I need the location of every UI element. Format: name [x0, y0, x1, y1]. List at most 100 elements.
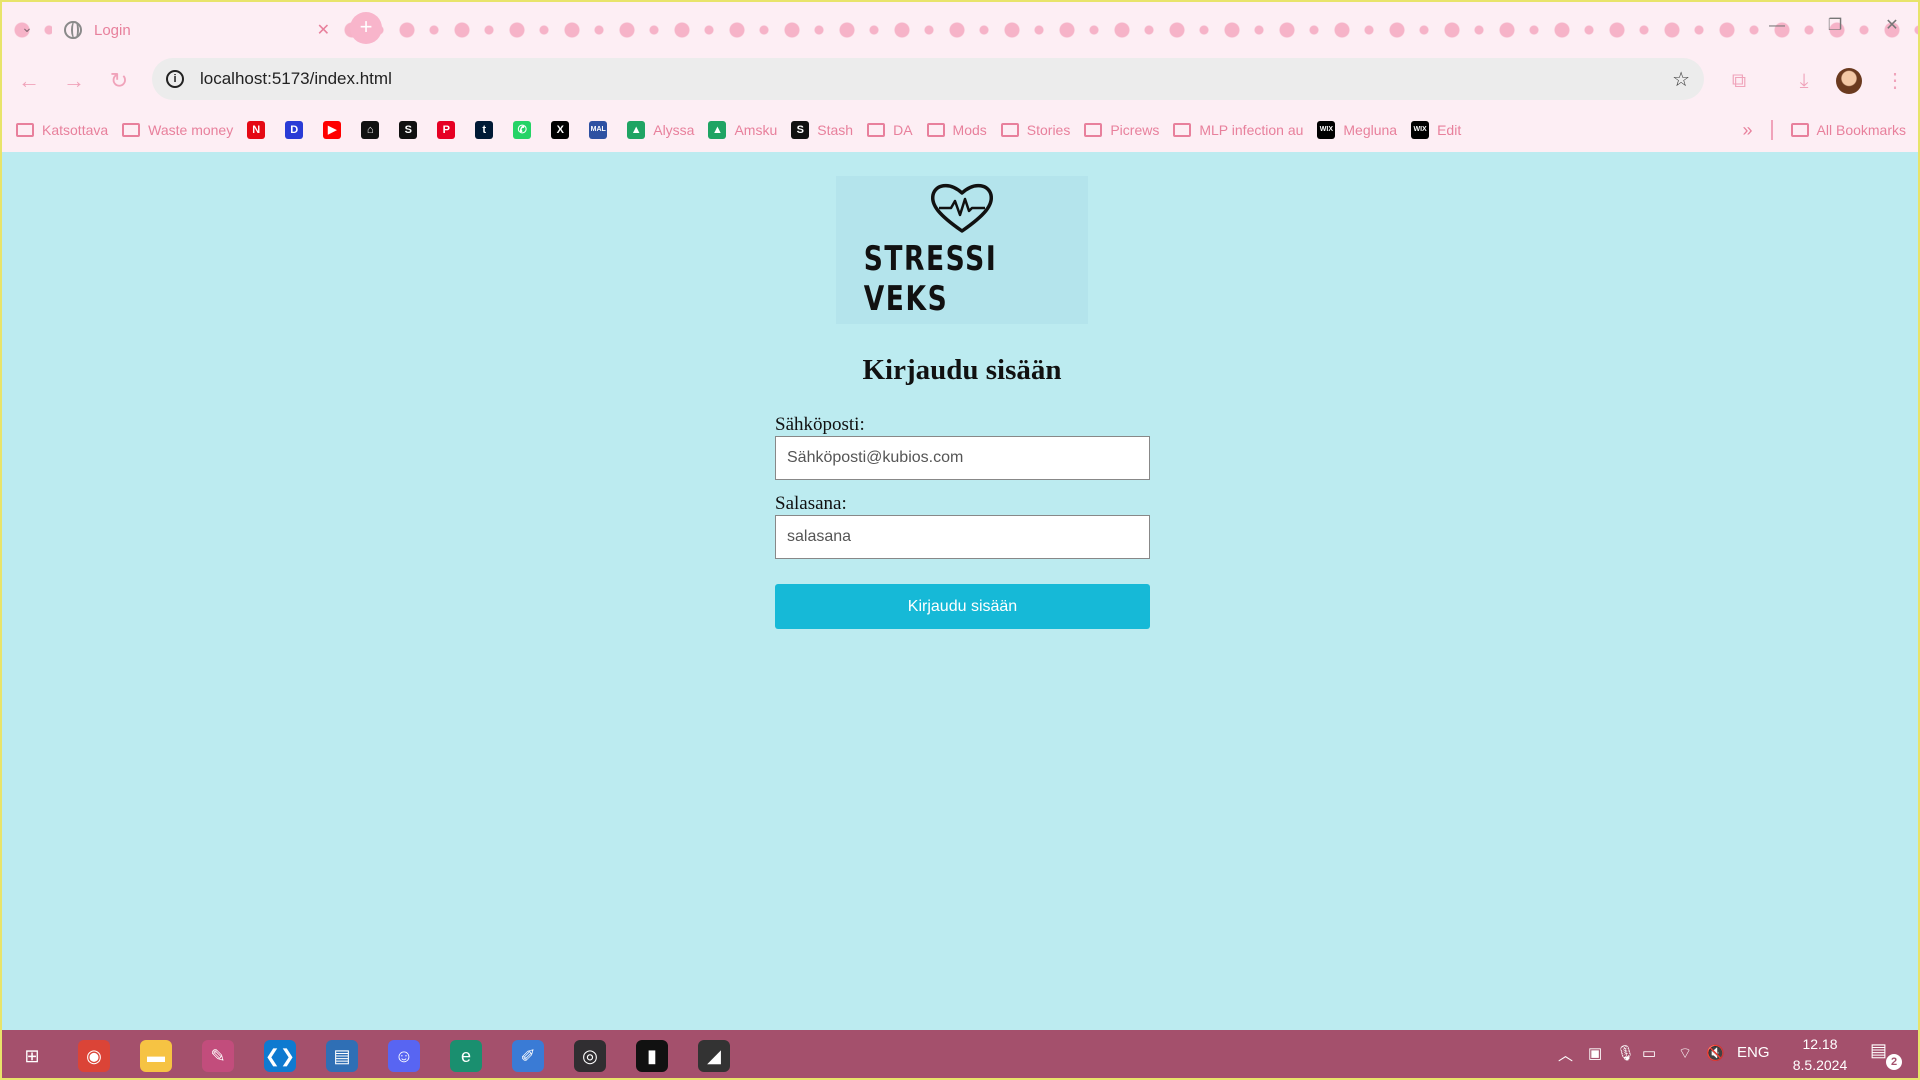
- reload-icon[interactable]: ↻: [104, 66, 134, 96]
- bookmark-item[interactable]: ▲ Alyssa: [627, 121, 694, 139]
- stressi-veks-logo: STRESSI VEKS: [836, 176, 1088, 324]
- bookmark-item[interactable]: t: [475, 121, 499, 139]
- globe-icon: [64, 21, 82, 39]
- whatsapp-icon: ✆: [513, 121, 532, 139]
- language-indicator[interactable]: ENG: [1737, 1044, 1770, 1061]
- battery-icon[interactable]: ▭: [1642, 1044, 1656, 1062]
- file-explorer-icon[interactable]: ▬: [140, 1040, 172, 1072]
- bookmark-item[interactable]: ⌂: [361, 121, 385, 139]
- bookmark-item[interactable]: ▶: [323, 121, 347, 139]
- folder-icon: [1790, 123, 1809, 137]
- edge-icon[interactable]: e: [450, 1040, 482, 1072]
- bookmark-item[interactable]: S: [399, 121, 423, 139]
- bookmark-item[interactable]: ▲ Amsku: [708, 121, 777, 139]
- notification-center-icon[interactable]: ▤ 2: [1870, 1040, 1902, 1070]
- bookmark-label: Mods: [952, 122, 987, 138]
- system-clock[interactable]: 12.18 8.5.2024: [1774, 1034, 1866, 1076]
- profile-avatar[interactable]: [1836, 68, 1862, 94]
- all-bookmarks-button[interactable]: All Bookmarks: [1790, 122, 1906, 138]
- forward-arrow-icon[interactable]: →: [59, 66, 89, 96]
- bookmark-item[interactable]: Mods: [926, 122, 987, 138]
- kebab-menu-icon[interactable]: ⋮: [1880, 66, 1910, 96]
- bookmark-item[interactable]: P: [437, 121, 461, 139]
- tab-close-icon[interactable]: ✕: [317, 20, 330, 40]
- tray-chevron-up-icon[interactable]: ︿: [1558, 1044, 1573, 1065]
- bookmark-label: Alyssa: [653, 122, 695, 138]
- bookmark-item[interactable]: DA: [867, 122, 913, 138]
- bookmark-label: Edit: [1437, 122, 1462, 138]
- bookmark-item[interactable]: Katsottava: [16, 122, 108, 138]
- bookmark-label: Megluna: [1343, 122, 1398, 138]
- page-title: Kirjaudu sisään: [862, 354, 1062, 386]
- login-submit-button[interactable]: Kirjaudu sisään: [775, 584, 1150, 629]
- restore-icon[interactable]: ❐: [1820, 12, 1850, 40]
- extensions-puzzle-icon[interactable]: ⧉: [1724, 66, 1754, 96]
- clock-time: 12.18: [1802, 1036, 1838, 1052]
- chrome-icon[interactable]: ◉: [78, 1040, 110, 1072]
- bookmark-item[interactable]: N: [247, 121, 271, 139]
- bookmark-item[interactable]: ✆: [513, 121, 537, 139]
- browser-toolbar: ← → ↻ i localhost:5173/index.html ☆ ⧉ ⤓ …: [2, 52, 1918, 108]
- bookmarks-bar: Katsottava Waste money N D ▶ ⌂ S Pt ✆ X MAL ▲ Alyssa…: [2, 108, 1918, 152]
- bookmark-label: Katsottava: [42, 122, 109, 138]
- speaker-muted-icon[interactable]: 🔇: [1706, 1044, 1725, 1062]
- bookmark-item[interactable]: MLP infection au: [1173, 122, 1303, 138]
- window-close-icon[interactable]: ✕: [1877, 12, 1907, 40]
- google-drive-icon: ▲: [627, 121, 646, 139]
- minimize-icon[interactable]: —: [1762, 12, 1792, 40]
- bookmark-item[interactable]: WIX Megluna: [1317, 121, 1397, 139]
- wix-icon: WIX: [1411, 121, 1430, 139]
- bookmark-item[interactable]: Waste money: [122, 122, 233, 138]
- obs-icon[interactable]: ◎: [574, 1040, 606, 1072]
- tab-strip: ⌄ Login ✕ + — ❐ ✕: [2, 2, 1918, 52]
- wifi-icon[interactable]: ⌔: [1678, 1044, 1692, 1063]
- bookmark-item[interactable]: S Stash: [791, 121, 853, 139]
- folder-icon: [926, 123, 945, 137]
- nvidia-icon[interactable]: ◢: [698, 1040, 730, 1072]
- bookmark-star-icon[interactable]: ☆: [1672, 67, 1690, 92]
- tab-search-chevron-icon[interactable]: ⌄: [16, 16, 38, 38]
- bookmark-item[interactable]: X: [551, 121, 575, 139]
- x-icon: X: [551, 121, 570, 139]
- notepad-icon[interactable]: ▤: [326, 1040, 358, 1072]
- disney-plus-icon: D: [285, 121, 304, 139]
- notification-badge: 2: [1886, 1054, 1902, 1070]
- terminal-icon[interactable]: ▮: [636, 1040, 668, 1072]
- page-content: STRESSI VEKS Kirjaudu sisään Sähköposti:…: [0, 152, 1920, 1030]
- windows-start-icon[interactable]: ⊞: [16, 1040, 48, 1072]
- folder-icon: [16, 123, 34, 137]
- tumblr-icon: t: [475, 121, 494, 139]
- paint-app-icon[interactable]: ✎: [202, 1040, 234, 1072]
- bookmark-label: Stash: [817, 122, 854, 138]
- email-field[interactable]: [775, 436, 1150, 480]
- download-icon[interactable]: ⤓: [1789, 66, 1819, 96]
- tab-login[interactable]: Login ✕: [52, 8, 342, 52]
- microphone-icon[interactable]: 🎙: [1616, 1044, 1635, 1062]
- clock-date: 8.5.2024: [1792, 1057, 1848, 1073]
- url-text[interactable]: localhost:5173/index.html: [200, 69, 1672, 89]
- bookmark-item[interactable]: Picrews: [1084, 122, 1159, 138]
- bookmark-label: DA: [893, 122, 913, 138]
- wix-icon: WIX: [1317, 121, 1336, 139]
- krita-icon[interactable]: ✐: [512, 1040, 544, 1072]
- stash-icon: S: [399, 121, 418, 139]
- bookmark-item[interactable]: WIX Edit: [1411, 121, 1461, 139]
- bookmark-item[interactable]: D: [285, 121, 309, 139]
- windows-taskbar: ⊞ ◉ ▬ ✎ ❮❯ ▤ ☺ e ✐ ◎ ▮ ◢ ︿ ▣ 🎙 ▭ ⌔ 🔇 ENG 12.18 8.5.…: [0, 1030, 1920, 1080]
- new-tab-plus-icon[interactable]: +: [350, 12, 382, 44]
- bookmark-item[interactable]: Stories: [1000, 122, 1070, 138]
- bookmark-label: Waste money: [148, 122, 234, 138]
- meet-now-icon[interactable]: ▣: [1588, 1044, 1602, 1062]
- more-bookmarks-chevron-icon[interactable]: »: [1743, 120, 1753, 141]
- address-bar[interactable]: i localhost:5173/index.html ☆: [152, 58, 1704, 100]
- tab-title: Login: [94, 21, 131, 39]
- vscode-icon[interactable]: ❮❯: [264, 1040, 296, 1072]
- site-info-icon[interactable]: i: [166, 70, 184, 88]
- bookmark-label: Picrews: [1110, 122, 1160, 138]
- folder-icon: [1173, 123, 1192, 137]
- back-arrow-icon[interactable]: ←: [14, 66, 44, 96]
- bookmark-item[interactable]: MAL: [589, 121, 613, 139]
- discord-icon[interactable]: ☺: [388, 1040, 420, 1072]
- email-label: Sähköposti:: [775, 414, 865, 435]
- password-field[interactable]: [775, 515, 1150, 559]
